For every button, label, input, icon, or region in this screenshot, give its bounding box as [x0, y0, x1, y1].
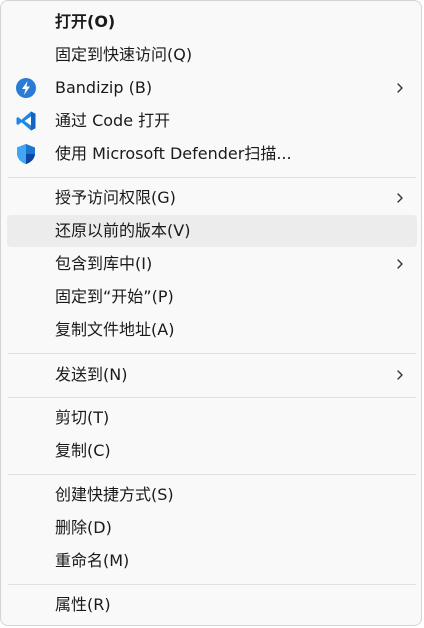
- menu-item-label: 打开(O): [55, 12, 116, 31]
- menu-item-label: 固定到“开始”(P): [55, 287, 174, 306]
- menu-item-delete[interactable]: 删除(D): [7, 512, 417, 544]
- menu-item-label: 创建快捷方式(S): [55, 485, 174, 504]
- menu-item-bandizip[interactable]: Bandizip (B): [7, 72, 417, 104]
- menu-item-label: 属性(R): [55, 595, 111, 614]
- menu-item-grant-access[interactable]: 授予访问权限(G): [7, 182, 417, 214]
- menu-item-label: 授予访问权限(G): [55, 188, 176, 207]
- menu-separator: [8, 397, 416, 398]
- menu-item-cut[interactable]: 剪切(T): [7, 402, 417, 434]
- bandizip-icon: [16, 78, 36, 98]
- menu-item-copy-file-address[interactable]: 复制文件地址(A): [7, 314, 417, 346]
- chevron-right-icon: [397, 370, 403, 380]
- context-menu: 打开(O) 固定到快速访问(Q) Bandizip (B) 通过 Code 打开…: [0, 0, 422, 626]
- menu-separator: [8, 584, 416, 585]
- menu-item-rename[interactable]: 重命名(M): [7, 545, 417, 577]
- menu-item-include-in-library[interactable]: 包含到库中(I): [7, 248, 417, 280]
- menu-item-label: 使用 Microsoft Defender扫描...: [55, 144, 292, 163]
- menu-item-pin-to-start[interactable]: 固定到“开始”(P): [7, 281, 417, 313]
- chevron-right-icon: [397, 83, 403, 93]
- menu-item-label: 发送到(N): [55, 365, 128, 384]
- menu-item-copy[interactable]: 复制(C): [7, 435, 417, 467]
- menu-separator: [8, 474, 416, 475]
- menu-item-label: 还原以前的版本(V): [55, 221, 191, 240]
- menu-item-label: 复制文件地址(A): [55, 320, 175, 339]
- menu-item-label: Bandizip (B): [55, 78, 153, 97]
- menu-item-restore-previous-versions[interactable]: 还原以前的版本(V): [7, 215, 417, 247]
- chevron-right-icon: [397, 193, 403, 203]
- menu-item-label: 复制(C): [55, 441, 111, 460]
- menu-item-open-with-code[interactable]: 通过 Code 打开: [7, 105, 417, 137]
- menu-item-send-to[interactable]: 发送到(N): [7, 359, 417, 391]
- menu-item-properties[interactable]: 属性(R): [7, 589, 417, 621]
- menu-item-label: 删除(D): [55, 518, 112, 537]
- menu-item-pin-quick-access[interactable]: 固定到快速访问(Q): [7, 39, 417, 71]
- menu-item-create-shortcut[interactable]: 创建快捷方式(S): [7, 479, 417, 511]
- menu-separator: [8, 353, 416, 354]
- menu-item-label: 固定到快速访问(Q): [55, 45, 193, 64]
- menu-separator: [8, 177, 416, 178]
- menu-item-label: 通过 Code 打开: [55, 111, 171, 130]
- menu-item-defender-scan[interactable]: 使用 Microsoft Defender扫描...: [7, 138, 417, 170]
- defender-shield-icon: [17, 144, 35, 164]
- menu-item-open[interactable]: 打开(O): [7, 6, 417, 38]
- menu-item-label: 包含到库中(I): [55, 254, 153, 273]
- chevron-right-icon: [397, 259, 403, 269]
- menu-item-label: 重命名(M): [55, 551, 130, 570]
- menu-item-label: 剪切(T): [55, 408, 110, 427]
- vscode-icon: [16, 111, 36, 131]
